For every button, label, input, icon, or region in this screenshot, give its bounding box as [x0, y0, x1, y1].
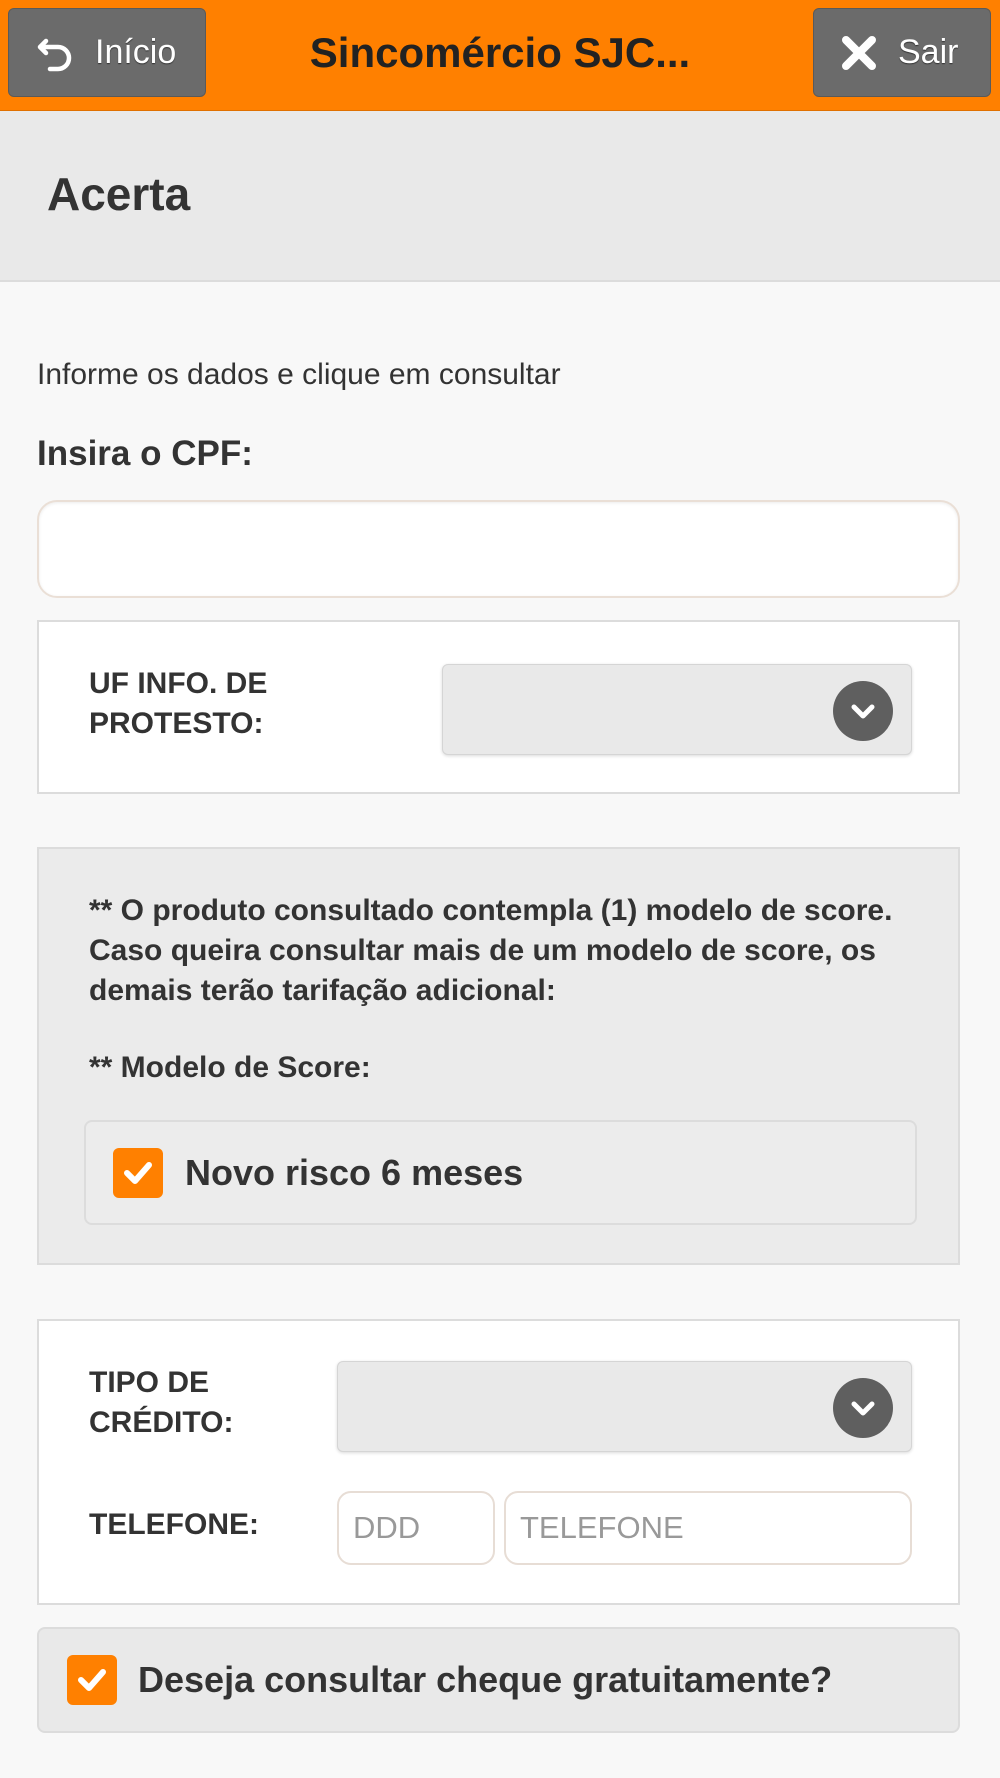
credit-section: TIPO DE CRÉDITO: TELEFONE: DDD TELEFONE: [37, 1319, 960, 1605]
page-title: Acerta: [47, 168, 191, 220]
app-title: Sincomércio SJC...: [309, 29, 691, 76]
back-arrow-icon: [35, 32, 77, 74]
home-label: Início: [95, 33, 177, 71]
chevron-down-icon: [833, 681, 893, 741]
uf-protesto-label-line1: UF INFO. DE: [89, 667, 268, 700]
cpf-label: Insira o CPF:: [37, 434, 253, 473]
top-bar: Início Sincomércio SJC... Sair: [0, 0, 1000, 111]
score-option-novo-risco[interactable]: Novo risco 6 meses: [84, 1120, 917, 1225]
intro-text: Informe os dados e clique em consultar: [37, 358, 561, 391]
uf-protesto-section: UF INFO. DE PROTESTO:: [37, 620, 960, 794]
cheque-option-label: Deseja consultar cheque gratuitamente?: [138, 1659, 833, 1700]
checkbox-checked-icon[interactable]: [67, 1655, 117, 1705]
home-button[interactable]: Início: [8, 8, 206, 97]
uf-protesto-label-line2: PROTESTO:: [89, 707, 264, 740]
credit-type-label-line1: TIPO DE: [89, 1366, 210, 1399]
uf-protesto-select[interactable]: [442, 664, 912, 755]
uf-protesto-label: UF INFO. DE PROTESTO:: [89, 664, 267, 744]
checkbox-checked-icon[interactable]: [113, 1147, 163, 1198]
phone-input[interactable]: TELEFONE: [504, 1491, 912, 1565]
score-notice: ** O produto consultado contempla (1) mo…: [89, 894, 893, 1007]
score-model-label: ** Modelo de Score:: [89, 1051, 371, 1084]
credit-type-label-line2: CRÉDITO:: [89, 1406, 234, 1439]
credit-type-select[interactable]: [337, 1361, 912, 1452]
chevron-down-icon: [833, 1378, 893, 1438]
score-option-label: Novo risco 6 meses: [185, 1151, 524, 1193]
exit-label: Sair: [898, 33, 959, 71]
cheque-option[interactable]: Deseja consultar cheque gratuitamente?: [37, 1627, 960, 1733]
credit-type-label: TIPO DE CRÉDITO:: [89, 1363, 233, 1443]
phone-label: TELEFONE:: [89, 1508, 259, 1541]
close-icon: [838, 32, 880, 74]
page-header: Acerta: [0, 111, 1000, 282]
score-section: ** O produto consultado contempla (1) mo…: [37, 847, 960, 1265]
ddd-input[interactable]: DDD: [337, 1491, 495, 1565]
exit-button[interactable]: Sair: [813, 8, 991, 97]
cpf-input[interactable]: [37, 500, 960, 598]
